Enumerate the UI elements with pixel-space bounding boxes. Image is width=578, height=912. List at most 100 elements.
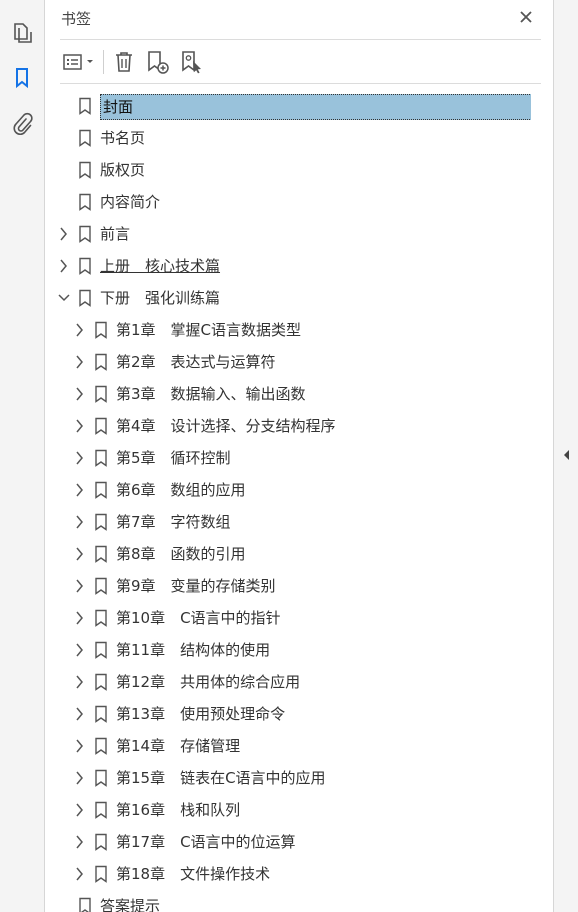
bookmark-item[interactable]: 版权页 bbox=[45, 155, 531, 185]
chevron-right-icon[interactable] bbox=[73, 578, 87, 594]
bookmark-label: 封面 bbox=[100, 94, 531, 120]
bookmark-item[interactable]: 第5章 循环控制 bbox=[45, 443, 531, 473]
bookmark-icon bbox=[95, 449, 107, 467]
collapse-arrow-icon[interactable] bbox=[560, 447, 572, 463]
bookmark-icon bbox=[95, 737, 107, 755]
bookmark-item[interactable]: 第7章 字符数组 bbox=[45, 507, 531, 537]
bookmark-item[interactable]: 第12章 共用体的综合应用 bbox=[45, 667, 531, 697]
bookmark-item[interactable]: 下册 强化训练篇 bbox=[45, 283, 531, 313]
chevron-right-icon[interactable] bbox=[73, 642, 87, 658]
bookmark-icon bbox=[95, 577, 107, 595]
bookmark-label: 上册 核心技术篇 bbox=[100, 257, 221, 275]
bookmark-label: 第5章 循环控制 bbox=[116, 449, 231, 467]
bookmark-label: 第17章 C语言中的位运算 bbox=[116, 833, 296, 851]
close-panel-button[interactable] bbox=[515, 6, 537, 28]
toolbar-separator bbox=[103, 50, 104, 74]
chevron-right-icon[interactable] bbox=[73, 322, 87, 338]
bookmark-item[interactable]: 第15章 链表在C语言中的应用 bbox=[45, 763, 531, 793]
bookmark-icon bbox=[95, 673, 107, 691]
bookmark-label: 第18章 文件操作技术 bbox=[116, 865, 271, 883]
bookmark-item[interactable]: 书名页 bbox=[45, 123, 531, 153]
bookmark-item[interactable]: 第10章 C语言中的指针 bbox=[45, 603, 531, 633]
bookmark-item[interactable]: 第8章 函数的引用 bbox=[45, 539, 531, 569]
new-bookmark-button[interactable] bbox=[144, 46, 172, 78]
bookmark-icon bbox=[95, 705, 107, 723]
bookmark-item[interactable]: 第2章 表达式与运算符 bbox=[45, 347, 531, 377]
bookmark-item[interactable]: 内容简介 bbox=[45, 187, 531, 217]
bookmark-label: 第12章 共用体的综合应用 bbox=[116, 673, 301, 691]
bookmark-icon bbox=[95, 801, 107, 819]
bookmark-label: 答案提示 bbox=[100, 897, 161, 912]
bookmark-item[interactable]: 第6章 数组的应用 bbox=[45, 475, 531, 505]
bookmark-icon bbox=[79, 193, 91, 211]
chevron-right-icon[interactable] bbox=[73, 866, 87, 882]
bookmark-item[interactable]: 第11章 结构体的使用 bbox=[45, 635, 531, 665]
bookmark-label: 第14章 存储管理 bbox=[116, 737, 241, 755]
bookmark-icon bbox=[95, 353, 107, 371]
chevron-right-icon[interactable] bbox=[73, 418, 87, 434]
bookmark-item[interactable]: 第18章 文件操作技术 bbox=[45, 859, 531, 889]
chevron-right-icon[interactable] bbox=[73, 546, 87, 562]
chevron-right-icon[interactable] bbox=[73, 738, 87, 754]
bookmark-label: 第10章 C语言中的指针 bbox=[116, 609, 281, 627]
bookmark-item[interactable]: 第9章 变量的存储类别 bbox=[45, 571, 531, 601]
chevron-right-icon[interactable] bbox=[73, 610, 87, 626]
bookmark-item[interactable]: 第13章 使用预处理命令 bbox=[45, 699, 531, 729]
bookmark-icon bbox=[95, 833, 107, 851]
bookmark-label: 内容简介 bbox=[100, 193, 161, 211]
bookmark-label: 第7章 字符数组 bbox=[116, 513, 231, 531]
bookmark-item[interactable]: 第1章 掌握C语言数据类型 bbox=[45, 315, 531, 345]
bookmark-label: 版权页 bbox=[100, 161, 146, 179]
bookmark-item[interactable]: 答案提示 bbox=[45, 891, 531, 912]
close-icon bbox=[520, 11, 532, 23]
list-options-icon bbox=[63, 54, 93, 70]
bookmark-icon bbox=[95, 609, 107, 627]
chevron-right-icon[interactable] bbox=[73, 354, 87, 370]
bookmark-icon bbox=[95, 481, 107, 499]
trash-icon bbox=[116, 52, 132, 72]
chevron-right-icon[interactable] bbox=[57, 226, 71, 242]
chevron-right-icon[interactable] bbox=[73, 674, 87, 690]
bookmark-item[interactable]: 第4章 设计选择、分支结构程序 bbox=[45, 411, 531, 441]
chevron-down-icon[interactable] bbox=[57, 290, 71, 306]
bookmark-label: 第3章 数据输入、输出函数 bbox=[116, 385, 306, 403]
chevron-right-icon[interactable] bbox=[73, 706, 87, 722]
chevron-right-icon[interactable] bbox=[73, 770, 87, 786]
bookmark-item[interactable]: 上册 核心技术篇 bbox=[45, 251, 531, 281]
bookmark-icon bbox=[79, 897, 91, 912]
page-thumbnails-button[interactable] bbox=[9, 20, 35, 46]
bookmark-icon bbox=[95, 641, 107, 659]
attachments-button[interactable] bbox=[9, 111, 35, 137]
chevron-right-icon[interactable] bbox=[73, 802, 87, 818]
chevron-right-icon[interactable] bbox=[57, 258, 71, 274]
bookmark-item[interactable]: 第3章 数据输入、输出函数 bbox=[45, 379, 531, 409]
bookmark-item[interactable]: 封面 bbox=[45, 91, 531, 121]
chevron-right-icon[interactable] bbox=[73, 386, 87, 402]
bookmark-icon bbox=[79, 225, 91, 243]
bookmark-cursor-icon bbox=[182, 51, 201, 74]
bookmark-label: 第1章 掌握C语言数据类型 bbox=[116, 321, 302, 339]
chevron-right-icon[interactable] bbox=[73, 482, 87, 498]
bookmark-label: 书名页 bbox=[100, 129, 146, 147]
bookmark-item[interactable]: 第14章 存储管理 bbox=[45, 731, 531, 761]
chevron-right-icon[interactable] bbox=[73, 450, 87, 466]
options-menu-button[interactable] bbox=[60, 46, 98, 78]
bookmark-icon bbox=[95, 545, 107, 563]
panel-title: 书签 bbox=[61, 10, 92, 28]
bookmark-icon bbox=[79, 129, 91, 147]
new-bookmark-from-structure-button[interactable] bbox=[178, 46, 206, 78]
bookmark-label: 第15章 链表在C语言中的应用 bbox=[116, 769, 326, 787]
bookmark-icon bbox=[95, 513, 107, 531]
bookmarks-icon bbox=[16, 68, 28, 89]
bookmark-item[interactable]: 前言 bbox=[45, 219, 531, 249]
chevron-right-icon[interactable] bbox=[73, 514, 87, 530]
bookmark-item[interactable]: 第16章 栈和队列 bbox=[45, 795, 531, 825]
bookmark-item[interactable]: 第17章 C语言中的位运算 bbox=[45, 827, 531, 857]
bookmark-tree: 封面书名页版权页内容简介前言上册 核心技术篇下册 强化训练篇第1章 掌握C语言数… bbox=[45, 90, 531, 912]
bookmark-icon bbox=[95, 769, 107, 787]
page-thumbnails-icon bbox=[14, 23, 32, 43]
chevron-right-icon[interactable] bbox=[73, 834, 87, 850]
bookmarks-button[interactable] bbox=[9, 65, 35, 91]
delete-bookmark-button[interactable] bbox=[110, 46, 138, 78]
panel-splitter[interactable] bbox=[553, 0, 578, 912]
